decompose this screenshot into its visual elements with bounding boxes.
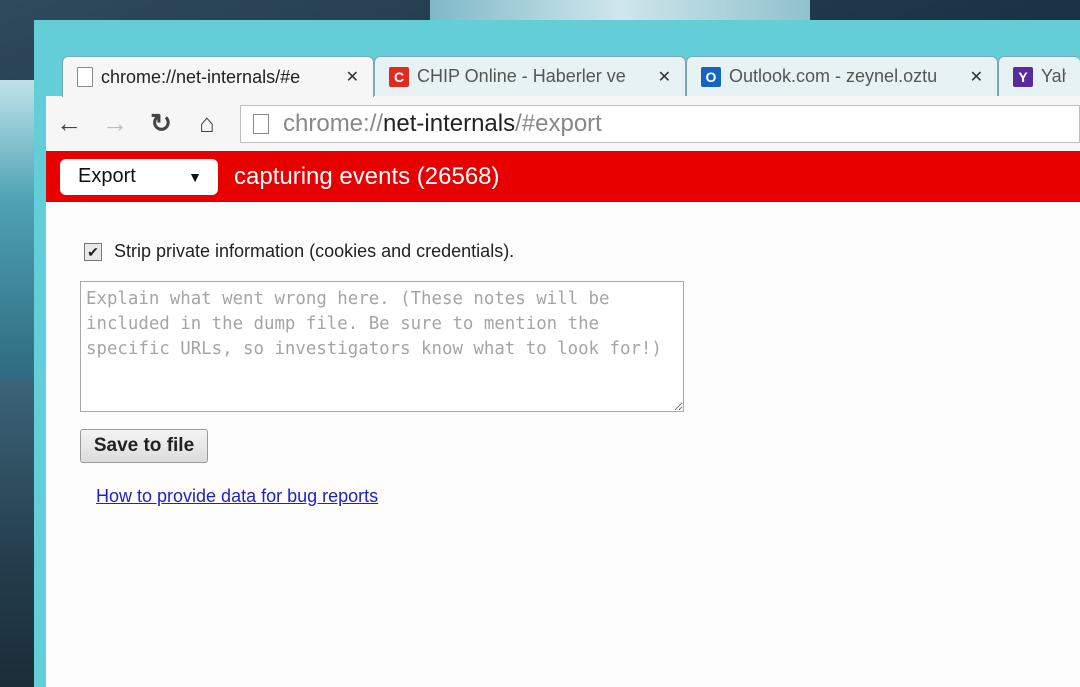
status-bar: Export ▼ capturing events (26568) — [46, 151, 1080, 202]
close-icon[interactable]: ✕ — [970, 67, 983, 87]
yahoo-icon: Y — [1013, 66, 1033, 87]
tab-strip: chrome://net-internals/#e ✕ C CHIP Onlin… — [34, 20, 1080, 97]
save-to-file-button[interactable]: Save to file — [80, 429, 208, 463]
wallpaper-sea-left — [0, 380, 36, 687]
url-path: /#export — [515, 109, 602, 137]
capture-status: capturing events (26568) — [234, 162, 500, 190]
back-icon[interactable]: ← — [46, 108, 92, 139]
bug-report-help-link[interactable]: How to provide data for bug reports — [96, 486, 378, 507]
page-content: Export ▼ capturing events (26568) ✔ Stri… — [46, 151, 1080, 687]
page-icon — [77, 67, 93, 87]
home-icon[interactable]: ⌂ — [184, 108, 230, 139]
close-icon[interactable]: ✕ — [346, 67, 359, 87]
strip-private-option[interactable]: ✔ Strip private information (cookies and… — [84, 241, 514, 262]
url-host: net-internals — [383, 109, 516, 137]
strip-private-label: Strip private information (cookies and c… — [114, 241, 515, 261]
outlook-icon: O — [701, 66, 721, 87]
address-bar[interactable]: chrome://net-internals/#export — [240, 104, 1080, 143]
url-scheme: chrome:// — [283, 109, 384, 137]
tab-net-internals[interactable]: chrome://net-internals/#e ✕ — [62, 56, 374, 97]
view-select[interactable]: Export ▼ — [60, 158, 218, 195]
strip-private-checkbox[interactable]: ✔ — [84, 242, 102, 261]
browser-toolbar: ← → ↻ ⌂ chrome://net-internals/#export — [46, 96, 1080, 151]
forward-icon[interactable]: → — [92, 108, 138, 139]
tab-title: CHIP Online - Haberler ve — [417, 66, 626, 86]
tab-outlook[interactable]: O Outlook.com - zeynel.oztu ✕ — [686, 56, 998, 96]
page-icon — [253, 113, 269, 134]
close-icon[interactable]: ✕ — [658, 67, 671, 87]
wallpaper-iceberg-left — [0, 80, 36, 380]
tab-title: Outlook.com - zeynel.oztu — [729, 66, 938, 86]
notes-textarea[interactable] — [80, 281, 684, 412]
tab-title: Yaho — [1041, 66, 1066, 86]
reload-icon[interactable]: ↻ — [138, 108, 184, 139]
view-select-value: Export — [78, 165, 136, 187]
browser-window: chrome://net-internals/#e ✕ C CHIP Onlin… — [34, 20, 1080, 687]
tab-title: chrome://net-internals/#e — [101, 66, 301, 87]
tab-yahoo[interactable]: Y Yaho — [998, 56, 1080, 96]
tab-chip-online[interactable]: C CHIP Online - Haberler ve ✕ — [374, 56, 686, 96]
chip-icon: C — [389, 66, 409, 87]
dropdown-arrow-icon: ▼ — [188, 168, 202, 185]
